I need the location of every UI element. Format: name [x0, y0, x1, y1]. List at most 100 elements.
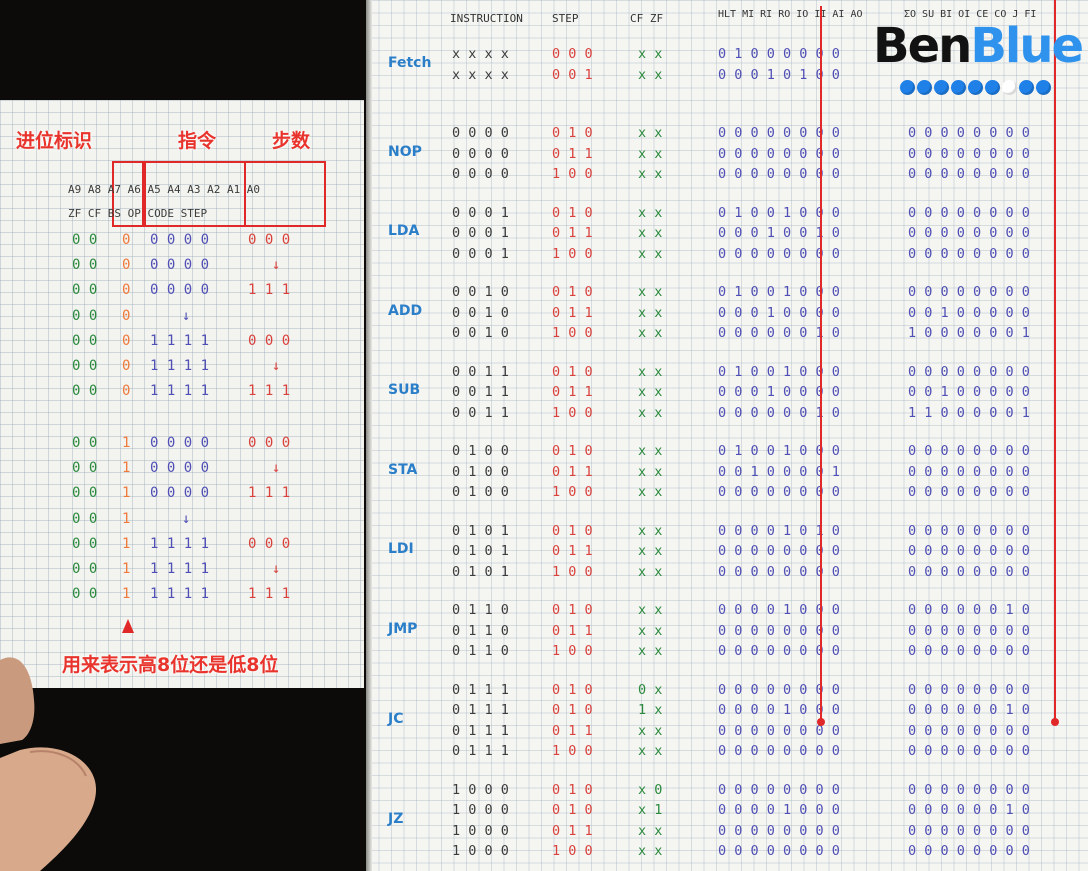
left-cell-op: 1 1 1 1 [150, 586, 210, 603]
instruction-label: 指令 [178, 130, 217, 152]
cell-flags: x 1 [638, 802, 663, 818]
group-label: SUB [388, 382, 421, 399]
cell-flags: x x [638, 722, 663, 739]
left-cell-flags: 0 0 [72, 485, 98, 502]
cell-flags: x x [638, 384, 663, 400]
cell-step: 0 1 1 [552, 304, 593, 321]
left-cell-op: 0 0 0 0 [150, 435, 210, 451]
left-paper-sheet: 进位标识 指令 步数 A9 A8 A7 A6 A5 A4 A3 A2 A1 A0… [0, 100, 364, 688]
cell-step: 0 1 0 [552, 802, 593, 818]
cell-lo: 0 0 0 0 0 0 0 0 [908, 225, 1030, 241]
cell-instr: 0 0 0 1 [452, 204, 509, 221]
cell-flags: x x [638, 204, 663, 221]
cell-lo: 0 0 0 0 0 0 0 0 [908, 125, 1030, 141]
cell-lo: 0 0 0 0 0 0 0 0 [908, 443, 1030, 459]
cell-step: 1 0 0 [552, 404, 593, 421]
cell-flags: x x [638, 743, 663, 759]
cell-lo: 0 0 0 0 0 0 0 0 [908, 563, 1030, 580]
left-cell-flags: 0 0 [72, 510, 98, 527]
cell-lo: 0 0 0 0 0 0 0 0 [908, 522, 1030, 539]
group-label: STA [388, 461, 418, 478]
cell-instr: 0 0 0 0 [452, 166, 509, 182]
cell-lo: 0 0 1 0 0 0 0 0 [908, 384, 1030, 400]
cell-flags: x x [638, 46, 663, 62]
cell-hi: 0 0 0 0 0 0 0 0 [718, 822, 840, 839]
cell-instr: 0 0 1 0 [452, 325, 509, 341]
cell-instr: 1 0 0 0 [452, 822, 509, 839]
left-cell-step: 1 1 1 [248, 485, 291, 502]
cell-step: 0 1 1 [552, 384, 593, 400]
group-label: Fetch [388, 54, 432, 71]
left-cell-step: ↓ [272, 561, 281, 577]
group-label: JC [388, 710, 404, 727]
left-cell-flags: 0 0 [72, 232, 98, 248]
header-instruction: INSTRUCTION [450, 12, 523, 25]
address-header-line2: ZF CF BS OP CODE STEP [68, 207, 208, 220]
cell-instr: 0 0 0 0 [452, 125, 509, 141]
cell-instr: x x x x [452, 46, 509, 62]
cell-lo: 0 0 0 0 0 0 0 0 [908, 681, 1030, 698]
cell-lo: 0 0 0 0 0 0 0 0 [908, 166, 1030, 182]
cell-flags: x x [638, 363, 663, 380]
cell-lo: 0 0 1 0 0 0 0 0 [908, 304, 1030, 321]
cell-flags: x x [638, 125, 663, 141]
annotation-dot-io [817, 718, 825, 726]
cell-lo: 1 1 0 0 0 0 0 1 [908, 404, 1030, 421]
cell-step: 0 1 1 [552, 463, 593, 480]
logo-text-blue: Blue [970, 18, 1084, 74]
cell-lo: 0 0 0 0 0 0 0 0 [908, 204, 1030, 221]
left-cell-op: 0 0 0 0 [150, 460, 210, 477]
right-paper-sheet: INSTRUCTION STEP CF ZF HLT MI RI RO IO I… [366, 0, 1088, 871]
cell-instr: 0 0 1 0 [452, 284, 509, 300]
left-cell-step: 0 0 0 [248, 535, 291, 552]
left-cell-bs: 0 [122, 282, 131, 299]
left-cell-bs: 1 [122, 435, 131, 451]
cell-flags: x x [638, 563, 663, 580]
cell-flags: x x [638, 145, 663, 162]
cell-step: 0 1 0 [552, 443, 593, 459]
cell-lo: 0 0 0 0 0 0 0 0 [908, 484, 1030, 500]
header-flags: CF ZF [630, 12, 664, 25]
cell-flags: x x [638, 225, 663, 241]
cell-instr: 1 0 0 0 [452, 843, 509, 859]
cell-flags: x x [638, 304, 663, 321]
cell-step: 1 0 0 [552, 563, 593, 580]
cell-instr: 0 1 0 0 [452, 443, 509, 459]
annotation-dot-j [1051, 718, 1059, 726]
cell-step: 1 0 0 [552, 166, 593, 182]
cell-lo: 0 0 0 0 0 0 1 0 [908, 702, 1030, 718]
cell-instr: 0 1 0 0 [452, 484, 509, 500]
cell-lo: 0 0 0 0 0 0 0 0 [908, 743, 1030, 759]
annotation-line-io [820, 6, 822, 722]
cell-step: 0 1 0 [552, 522, 593, 539]
left-cell-flags: 0 0 [72, 282, 98, 299]
logo-dots [900, 80, 1060, 98]
cell-flags: x x [638, 522, 663, 539]
left-cell-bs: 1 [122, 460, 131, 477]
left-cell-step: ↓ [272, 358, 281, 374]
cell-step: 1 0 0 [552, 245, 593, 262]
cell-step: 0 1 0 [552, 602, 593, 618]
cell-instr: 1 0 0 0 [452, 802, 509, 818]
left-cell-op: 0 0 0 0 [150, 232, 210, 248]
group-label: JMP [388, 620, 418, 637]
cell-flags: 1 x [638, 702, 663, 718]
cell-lo: 1 0 0 0 0 0 0 1 [908, 325, 1030, 341]
address-header-line1: A9 A8 A7 A6 A5 A4 A3 A2 A1 A0 [68, 183, 261, 196]
left-cell-flags: 0 0 [72, 460, 98, 477]
cell-step: 0 1 1 [552, 225, 593, 241]
left-cell-bs: 0 [122, 332, 131, 349]
left-cell-step: 0 0 0 [248, 232, 291, 248]
cell-lo: 0 0 0 0 0 0 0 0 [908, 643, 1030, 659]
left-cell-step: 0 0 0 [248, 332, 291, 349]
left-cell-bs: 1 [122, 561, 131, 577]
cell-instr: 0 1 1 1 [452, 743, 509, 759]
cell-flags: x x [638, 325, 663, 341]
cell-step: 1 0 0 [552, 743, 593, 759]
left-cell-bs: 1 [122, 510, 131, 527]
arrow-up-icon [122, 619, 134, 633]
cell-instr: x x x x [452, 66, 509, 83]
cell-instr: 1 0 0 0 [452, 781, 509, 798]
header-step: STEP [552, 12, 579, 25]
left-cell-op: 0 0 0 0 [150, 257, 210, 274]
